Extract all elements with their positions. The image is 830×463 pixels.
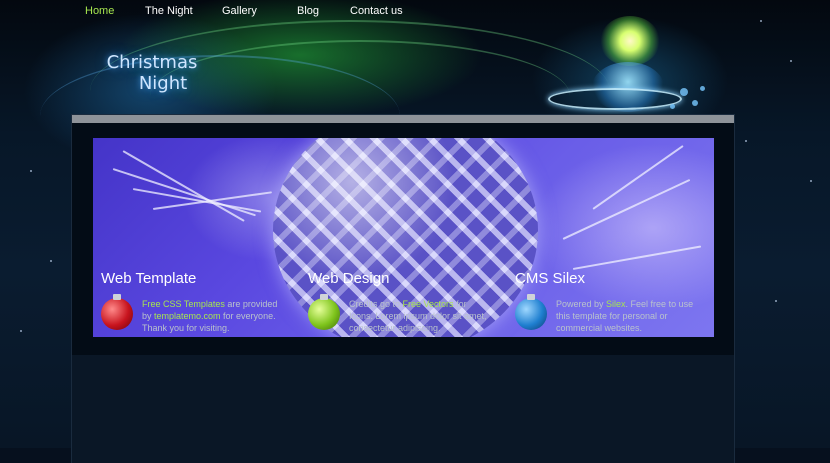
logo-line-2: Night — [138, 73, 188, 94]
feature-web-design: Web Design Credits go to Free Vectors fo… — [308, 270, 498, 333]
logo-line-1: Christmas — [106, 52, 198, 73]
green-ornament-icon — [308, 294, 340, 330]
glowing-ornament-image — [540, 8, 720, 118]
feature-title: Web Design — [308, 270, 390, 287]
nav-the-night[interactable]: The Night — [145, 5, 193, 17]
free-css-templates-link[interactable]: Free CSS Templates — [142, 299, 225, 309]
nav-home[interactable]: Home — [85, 5, 114, 17]
site-logo[interactable]: Christmas Night — [96, 52, 208, 94]
red-ornament-icon — [101, 294, 133, 330]
feature-title: Web Template — [101, 270, 197, 287]
blue-ornament-icon — [515, 294, 547, 330]
nav-gallery[interactable]: Gallery — [222, 5, 257, 17]
feature-text: Powered by Silex. Feel free to use this … — [556, 299, 694, 333]
nav-contact-us[interactable]: Contact us — [350, 5, 403, 17]
feature-text: Credits go to Free Vectors for Icons. Lo… — [349, 299, 487, 333]
feature-text: Free CSS Templates are provided by templ… — [142, 299, 278, 333]
feature-title: CMS Silex — [515, 270, 586, 287]
silex-link[interactable]: Silex — [606, 299, 626, 309]
nav-blog[interactable]: Blog — [297, 5, 319, 17]
feature-web-template: Web Template Free CSS Templates are prov… — [101, 270, 291, 333]
templatemo-link[interactable]: templatemo.com — [154, 311, 221, 321]
main-frame — [72, 115, 734, 463]
feature-cms-silex: CMS Silex Powered by Silex. Feel free to… — [515, 270, 705, 333]
free-vectors-link[interactable]: Free Vectors — [403, 299, 454, 309]
